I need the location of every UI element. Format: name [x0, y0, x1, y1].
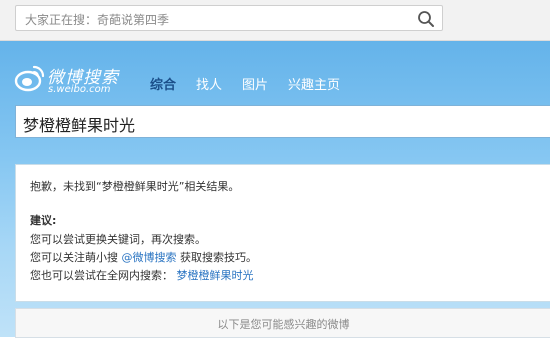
logo-subtitle: s.weibo.com: [48, 84, 111, 95]
web-search-link[interactable]: 梦橙橙鲜果时光: [177, 269, 254, 282]
advice-follow-prefix: 您可以关注萌小搜: [30, 251, 118, 264]
suggested-weibo-label: 以下是您可能感兴趣的微博: [217, 318, 350, 331]
no-result-query: 梦橙橙鲜果时光: [101, 180, 179, 193]
tab-people[interactable]: 找人: [196, 74, 222, 93]
weibo-search-logo[interactable]: 微博搜索 s.weibo.com: [14, 60, 129, 100]
hot-search-prompt: 大家正在搜：奇葩说第四季: [25, 13, 170, 27]
advice-follow: 您可以关注萌小搜 @微博搜索 获取搜索技巧。: [30, 249, 257, 265]
search-input[interactable]: 梦橙橙鲜果时光: [15, 105, 550, 138]
tab-images[interactable]: 图片: [242, 74, 268, 93]
advice-change-keyword: 您可以尝试更换关键词，再次搜索。: [30, 233, 206, 246]
advice-title: 建议:: [30, 214, 57, 227]
no-result-message: 抱歉，未找到“梦橙橙鲜果时光”相关结果。: [30, 178, 239, 194]
tab-general[interactable]: 综合: [150, 74, 176, 93]
advice-web-search: 您也可以尝试在全网内搜索： 梦橙橙鲜果时光: [30, 267, 254, 283]
suggested-weibo-header: 以下是您可能感兴趣的微博: [15, 308, 550, 338]
weibo-search-account-link[interactable]: @微博搜索: [122, 251, 177, 264]
search-query-value: 梦橙橙鲜果时光: [23, 116, 136, 135]
tab-interest-pages[interactable]: 兴趣主页: [288, 74, 340, 93]
top-bar: 大家正在搜：奇葩说第四季: [0, 0, 550, 41]
advice-web-search-prefix: 您也可以尝试在全网内搜索：: [30, 269, 173, 282]
no-result-suffix: ”相关结果。: [178, 180, 240, 193]
search-icon[interactable]: [416, 9, 436, 29]
no-result-prefix: 抱歉，未找到“: [30, 180, 102, 193]
hot-search-box[interactable]: 大家正在搜：奇葩说第四季: [15, 5, 443, 31]
weibo-eye-logo-icon: [14, 65, 45, 92]
search-header: 微博搜索 s.weibo.com 综合 找人 图片 兴趣主页 梦橙橙鲜果时光 抱…: [0, 41, 550, 338]
advice-follow-suffix: 获取搜索技巧。: [180, 251, 257, 264]
no-result-panel: 抱歉，未找到“梦橙橙鲜果时光”相关结果。 建议: 您可以尝试更换关键词，再次搜索…: [15, 164, 550, 302]
